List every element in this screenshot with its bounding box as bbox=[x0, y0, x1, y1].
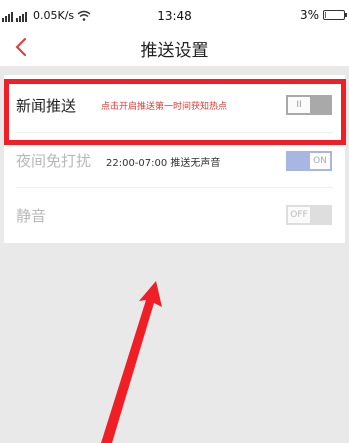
toggle-knob: ON bbox=[310, 153, 330, 169]
page-title: 推送设置 bbox=[140, 41, 209, 61]
night-mode-toggle[interactable]: ON bbox=[286, 151, 332, 171]
battery-icon bbox=[323, 10, 347, 20]
status-time: 13:48 bbox=[157, 9, 192, 23]
nav-bar: 推送设置 bbox=[0, 30, 349, 66]
toggle-knob: OFF bbox=[288, 207, 310, 223]
status-bar: 0.05K/s 13:48 3% bbox=[0, 0, 349, 30]
setting-label: 静音 bbox=[16, 207, 47, 225]
setting-description: 22:00-07:00 推送无声音 bbox=[106, 158, 221, 169]
status-bar-right: 3% bbox=[299, 8, 347, 22]
highlight-box bbox=[4, 79, 346, 145]
setting-row-mute[interactable]: 静音 OFF bbox=[4, 187, 345, 242]
mute-toggle[interactable]: OFF bbox=[286, 205, 332, 225]
setting-label: 夜间免打扰 bbox=[16, 152, 92, 170]
battery-fill bbox=[325, 12, 326, 18]
battery-percent: 3% bbox=[299, 8, 319, 22]
